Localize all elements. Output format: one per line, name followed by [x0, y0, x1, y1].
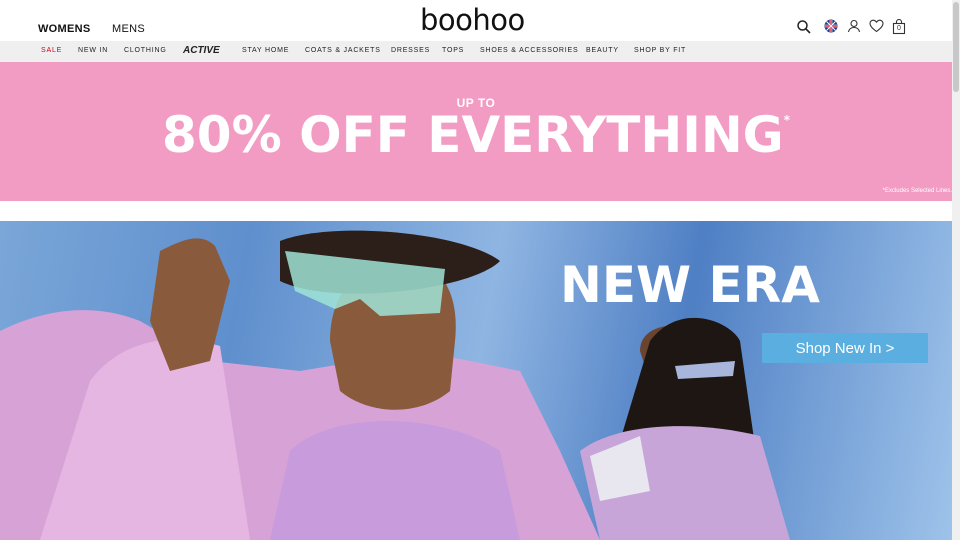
- promo-fineprint: *Excludes Selected Lines.: [882, 188, 952, 194]
- top-header: WOMENS MENS boohoo 0: [0, 0, 952, 41]
- nav-shoes-accessories[interactable]: SHOES & ACCESSORIES: [480, 47, 578, 54]
- bag-count: 0: [897, 25, 901, 32]
- wishlist-heart-icon[interactable]: [869, 19, 885, 35]
- nav-tops[interactable]: TOPS: [442, 47, 464, 54]
- nav-active[interactable]: ACTIVE: [183, 45, 220, 56]
- account-icon[interactable]: [847, 19, 863, 35]
- nav-shop-by-fit[interactable]: SHOP BY FIT: [634, 47, 686, 54]
- promo-headline-text: 80% OFF EVERYTHING: [161, 106, 784, 164]
- scrollbar-thumb[interactable]: [953, 2, 959, 92]
- nav-new-in[interactable]: NEW IN: [78, 47, 108, 54]
- flag-uk-icon[interactable]: [824, 19, 840, 35]
- nav-stay-home[interactable]: STAY HOME: [242, 47, 289, 54]
- shop-new-in-button[interactable]: Shop New In >: [762, 333, 928, 363]
- site-logo[interactable]: boohoo: [420, 3, 525, 37]
- mens-link[interactable]: MENS: [112, 23, 145, 35]
- nav-coats-jackets[interactable]: COATS & JACKETS: [305, 47, 381, 54]
- hero-title: NEW ERA: [560, 256, 820, 314]
- promo-asterisk: *: [783, 113, 790, 127]
- bag-icon[interactable]: 0: [892, 18, 908, 35]
- nav-sale[interactable]: SALE: [41, 47, 62, 54]
- search-icon[interactable]: [796, 19, 812, 35]
- nav-beauty[interactable]: BEAUTY: [586, 47, 619, 54]
- promo-headline: 80% OFF EVERYTHING*: [0, 106, 952, 164]
- nav-clothing[interactable]: CLOTHING: [124, 47, 167, 54]
- nav-dresses[interactable]: DRESSES: [391, 47, 430, 54]
- womens-link[interactable]: WOMENS: [38, 23, 91, 35]
